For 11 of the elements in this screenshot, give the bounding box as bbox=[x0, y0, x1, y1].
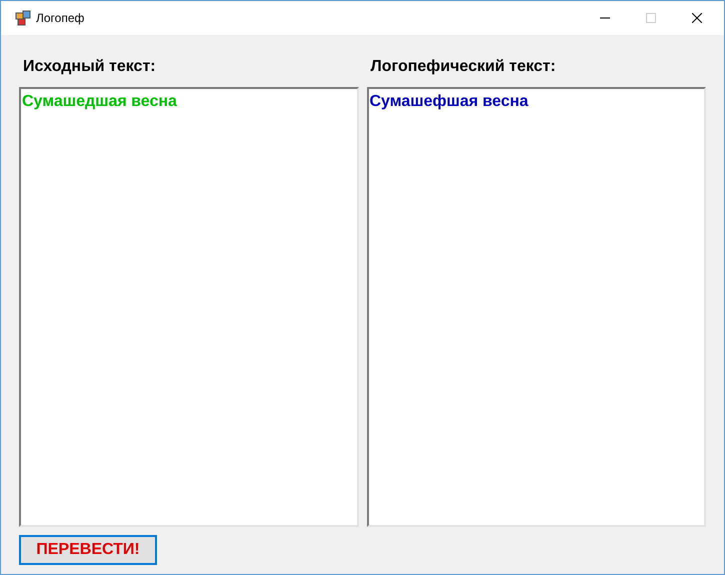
text-value: Сумашефшая весна bbox=[370, 93, 528, 110]
pane-label: Исходный текст: bbox=[23, 57, 157, 77]
text-area[interactable]: Сумашефшая весна bbox=[366, 87, 706, 527]
close-icon bbox=[692, 13, 702, 23]
window-title: Логопеф bbox=[36, 10, 84, 27]
text-value: Сумашедшая весна bbox=[22, 93, 177, 110]
text-area[interactable]: Сумашедшая весна bbox=[19, 87, 358, 527]
maximize-icon bbox=[646, 13, 656, 23]
pane-label: Логопефический текст: bbox=[370, 57, 557, 77]
translate-button[interactable]: ПЕРЕВЕСТИ! bbox=[19, 535, 157, 565]
app-icon bbox=[15, 10, 31, 26]
